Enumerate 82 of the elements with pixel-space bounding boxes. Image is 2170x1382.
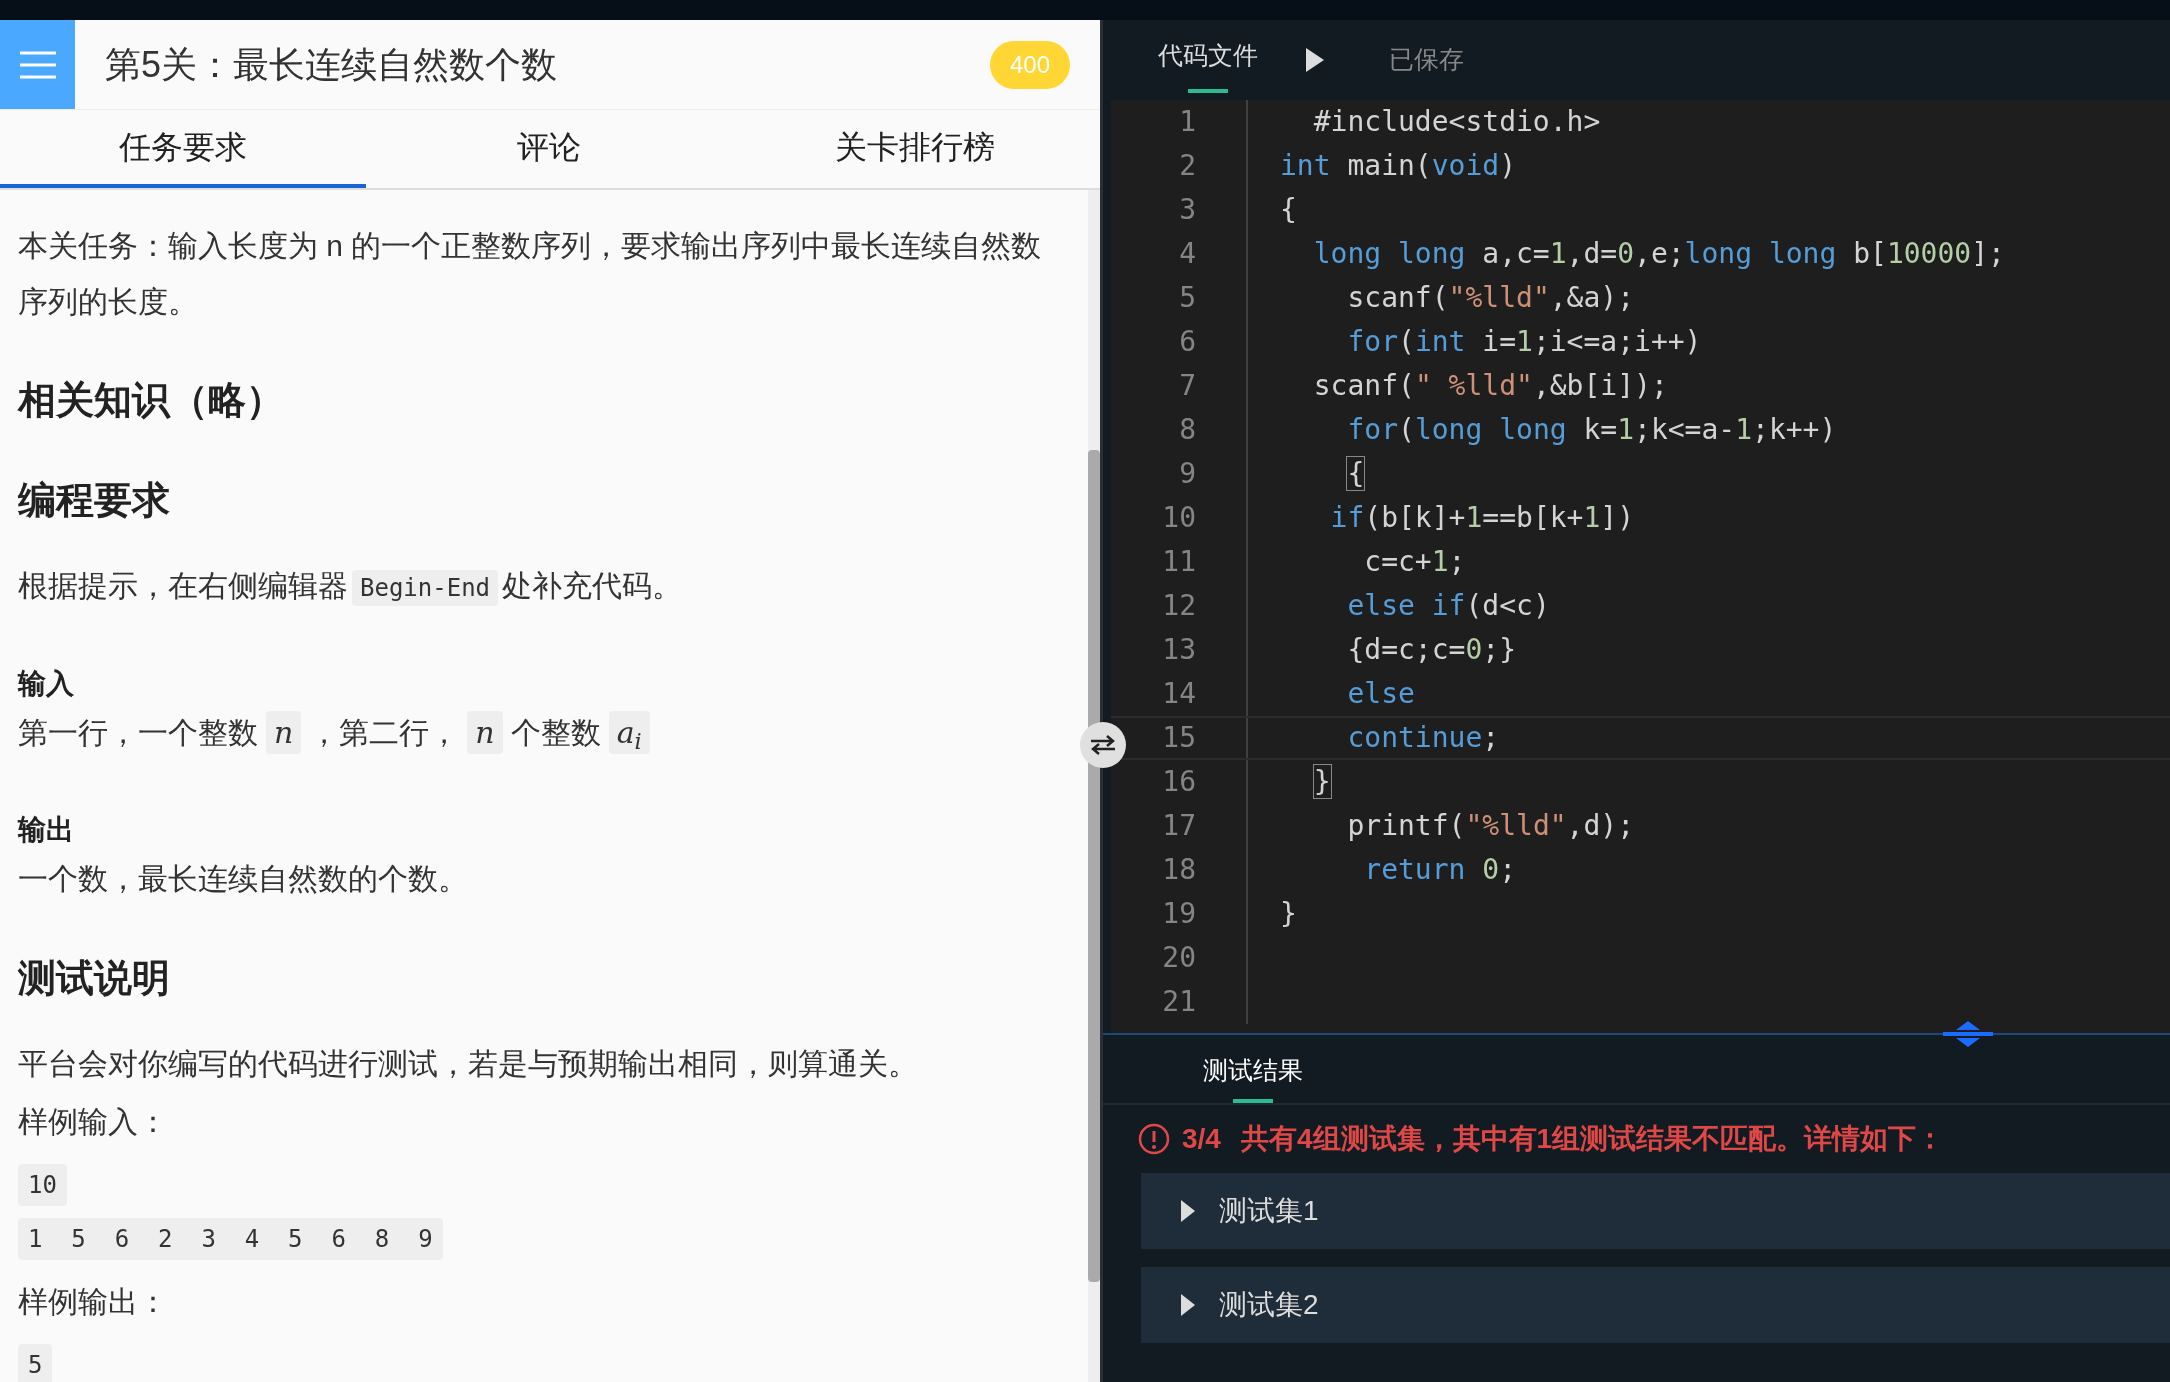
line-number: 18	[1161, 852, 1196, 888]
code-line: {	[1280, 192, 1297, 228]
code-line: }	[1280, 896, 1297, 932]
subsection-heading: 输出	[18, 813, 75, 847]
line-number: 14	[1161, 676, 1196, 712]
code-line: c=c+1;	[1363, 544, 1466, 580]
caret-right-icon	[1179, 1200, 1197, 1222]
line-number: 1	[1178, 104, 1196, 140]
line-number: 6	[1178, 324, 1196, 360]
math-variable: n	[266, 711, 302, 754]
line-number: 12	[1161, 588, 1196, 624]
section-heading: 编程要求	[18, 478, 171, 523]
code-line: int main(void)	[1280, 148, 1517, 184]
code-line: long long a,c=1,d=0,e;long long b[10000];	[1312, 236, 2005, 272]
test-set-row[interactable]: 测试集1	[1141, 1173, 2170, 1249]
code-line: for(int i=1;i<=a;i++)	[1346, 324, 1702, 360]
section-heading: 相关知识（略）	[18, 378, 285, 423]
sample-code: 5	[18, 1344, 53, 1382]
resize-handle-icon	[1941, 1019, 1995, 1049]
code-line: scanf(" %lld",&b[i]);	[1312, 368, 1668, 404]
line-number: 16	[1161, 764, 1196, 800]
code-line: scanf("%lld",&a);	[1346, 280, 1635, 316]
run-button[interactable]	[1306, 48, 1324, 72]
line-number: 19	[1161, 896, 1196, 932]
line-number: 3	[1178, 192, 1196, 228]
save-status: 已保存	[1389, 44, 1464, 76]
paragraph-text: 根据提示，在右侧编辑器	[18, 569, 348, 602]
code-line: continue;	[1346, 720, 1500, 756]
line-number: 21	[1161, 984, 1196, 1020]
code-line: }	[1312, 764, 1331, 800]
score-badge: 400	[990, 40, 1070, 89]
test-set-row[interactable]: 测试集2	[1141, 1267, 2170, 1343]
paragraph-text: 本关任务：输入长度为 n 的一个正整数序列，要求输出序列中最长连续自然数序列的长度。	[18, 229, 1042, 318]
paragraph-text: 个整数	[510, 716, 601, 749]
paragraph-text: 第一行，一个整数	[18, 716, 258, 749]
scrollbar-thumb[interactable]	[1088, 450, 1100, 1282]
line-number: 20	[1161, 940, 1196, 976]
paragraph-text: 一个数，最长连续自然数的个数。	[18, 862, 468, 895]
paragraph-text: 平台会对你编写的代码进行测试，若是与预期输出相同，则算通关。	[18, 1047, 918, 1080]
line-number: 11	[1161, 544, 1196, 580]
code-line: #include<stdio.h>	[1312, 104, 1601, 140]
line-number: 4	[1178, 236, 1196, 272]
line-number: 7	[1178, 368, 1196, 404]
panel-tab[interactable]: 关卡排行榜	[732, 110, 1098, 188]
sample-code: 1 5 6 2 3 4 5 6 8 9	[18, 1218, 443, 1260]
line-number: 5	[1178, 280, 1196, 316]
code-line: else	[1346, 676, 1415, 712]
subsection-heading: 输入	[18, 667, 75, 701]
line-number: 2	[1178, 148, 1196, 184]
code-line: for(long long k=1;k<=a-1;k++)	[1346, 412, 1837, 448]
math-variable: n	[467, 711, 503, 754]
swap-arrows-icon	[1088, 734, 1118, 756]
panel-tab[interactable]: 评论	[366, 110, 732, 188]
line-number: 13	[1161, 632, 1196, 668]
line-number: 8	[1178, 412, 1196, 448]
paragraph-text: ，第二行，	[309, 716, 460, 749]
code-line: {	[1346, 456, 1365, 492]
test-score: 3/4	[1182, 1122, 1221, 1156]
code-file-tab[interactable]: 代码文件	[1158, 20, 1258, 100]
math-variable: a$_{i}$	[608, 711, 650, 754]
play-icon	[1306, 48, 1324, 72]
caret-right-icon	[1179, 1294, 1197, 1316]
line-number: 17	[1161, 808, 1196, 844]
line-number: 9	[1178, 456, 1196, 492]
sample-code: 10	[18, 1164, 67, 1206]
code-line: if(b[k]+1==b[k+1])	[1329, 500, 1635, 536]
inline-code: Begin-End	[352, 570, 499, 606]
test-result-tab[interactable]: 测试结果	[1203, 1051, 1303, 1103]
alert-icon	[1138, 1123, 1170, 1155]
level-title: 第5关：最长连续自然数个数	[105, 42, 559, 87]
panel-tab[interactable]: 任务要求	[0, 110, 366, 188]
line-number: 15	[1161, 720, 1196, 756]
sample-label: 样例输入：	[18, 1104, 169, 1140]
code-line: {d=c;c=0;}	[1346, 632, 1517, 668]
section-heading: 测试说明	[18, 956, 171, 1001]
line-number: 10	[1161, 500, 1196, 536]
code-line: printf("%lld",d);	[1346, 808, 1635, 844]
code-line: else if(d<c)	[1346, 588, 1550, 624]
sample-label: 样例输出：	[18, 1284, 169, 1320]
test-summary: 共有4组测试集，其中有1组测试结果不匹配。详情如下：	[1240, 1122, 1945, 1156]
code-line: return 0;	[1363, 852, 1517, 888]
paragraph-text: 处补充代码。	[502, 569, 683, 602]
